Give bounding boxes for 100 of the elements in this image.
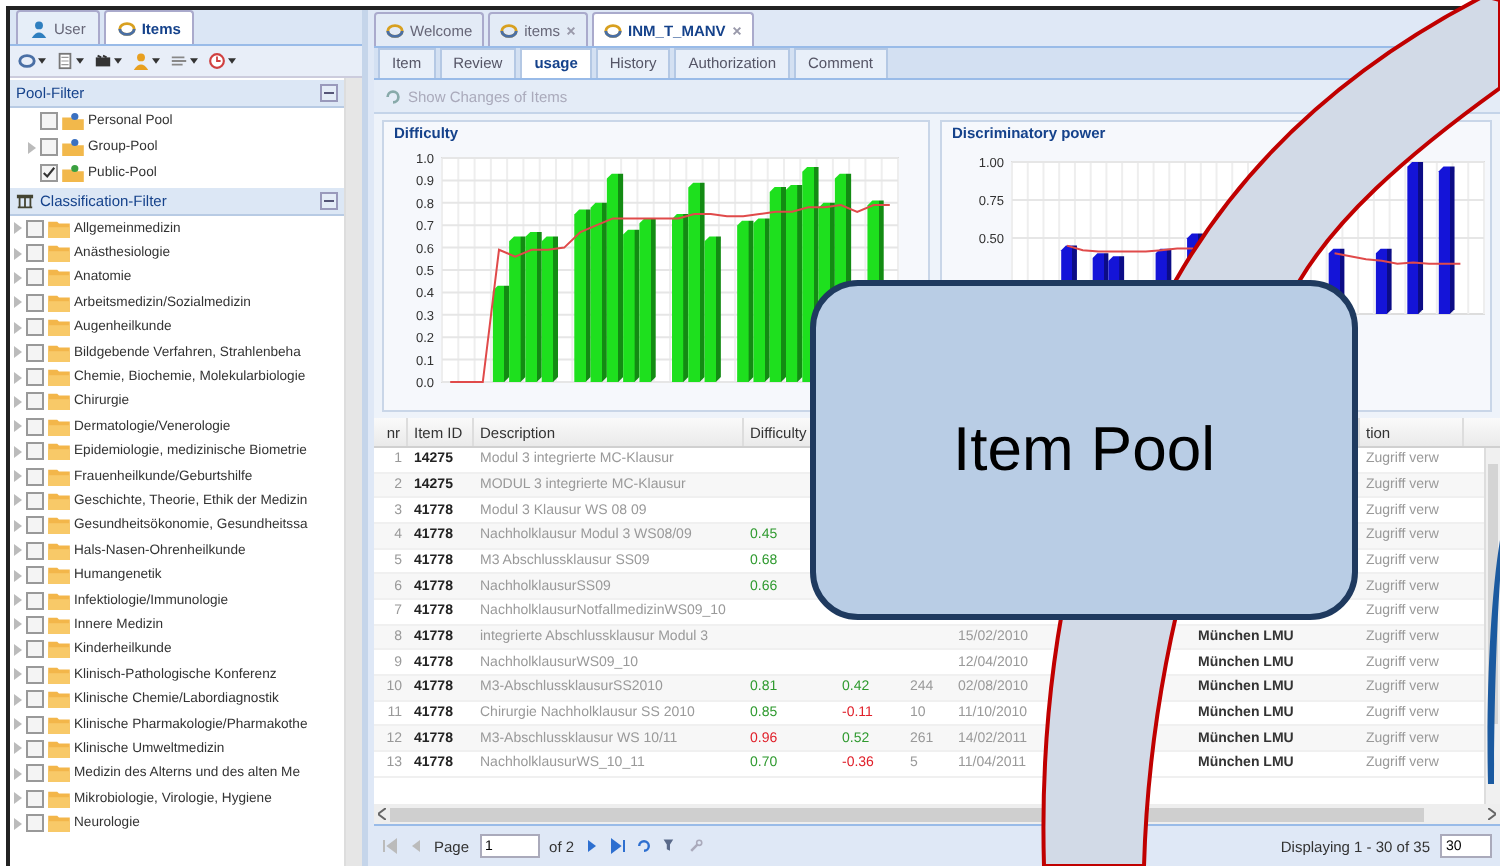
expand-icon[interactable] — [14, 445, 22, 458]
list-icon — [170, 52, 188, 70]
folder-icon — [48, 343, 70, 362]
checkbox[interactable] — [40, 138, 58, 156]
folder-icon — [48, 392, 70, 411]
checkbox[interactable] — [26, 739, 44, 758]
folder-person-icon — [62, 112, 84, 130]
checkbox[interactable] — [26, 591, 44, 610]
checkbox[interactable] — [26, 615, 44, 634]
folder-icon — [48, 368, 70, 387]
collapse-icon[interactable] — [320, 192, 338, 210]
document-icon — [56, 52, 74, 70]
expand-icon[interactable] — [14, 618, 22, 631]
checkbox[interactable] — [26, 268, 44, 287]
expand-icon[interactable] — [14, 693, 22, 706]
folder-icon — [48, 814, 70, 833]
expand-icon[interactable] — [14, 296, 22, 309]
close-icon[interactable] — [731, 25, 742, 35]
person-icon — [132, 52, 150, 70]
expand-icon[interactable] — [14, 420, 22, 433]
first-page-icon[interactable] — [382, 838, 398, 854]
expand-icon[interactable] — [14, 792, 22, 805]
callout-text: Item Pool — [953, 414, 1215, 486]
expand-icon[interactable] — [14, 271, 22, 284]
folder-icon — [48, 690, 70, 709]
expand-icon[interactable] — [14, 569, 22, 582]
checkbox[interactable] — [26, 491, 44, 510]
last-page-icon[interactable] — [610, 838, 627, 854]
expand-icon[interactable] — [28, 141, 36, 153]
expand-icon[interactable] — [14, 767, 22, 780]
expand-icon[interactable] — [14, 371, 22, 384]
folder-icon — [48, 541, 70, 560]
expand-icon[interactable] — [14, 668, 22, 681]
next-page-icon[interactable] — [584, 838, 601, 854]
expand-icon[interactable] — [14, 817, 22, 830]
expand-icon[interactable] — [14, 718, 22, 730]
expand-icon[interactable] — [14, 643, 22, 656]
folder-icon — [48, 417, 70, 436]
film-menu[interactable] — [94, 52, 122, 70]
checkbox[interactable] — [26, 318, 44, 337]
folder-icon — [48, 293, 70, 312]
caret-icon — [114, 58, 122, 64]
refresh-icon[interactable] — [636, 838, 653, 854]
collapse-icon[interactable] — [320, 84, 338, 102]
checkbox[interactable] — [26, 392, 44, 411]
folder-icon — [48, 566, 70, 585]
person-menu[interactable] — [132, 52, 160, 70]
checkbox[interactable] — [26, 516, 44, 535]
checkbox[interactable] — [26, 789, 44, 808]
expand-icon[interactable] — [14, 470, 22, 483]
checkbox[interactable] — [26, 715, 44, 733]
checkbox[interactable] — [26, 764, 44, 783]
wrench-icon[interactable] — [688, 838, 705, 854]
checkbox[interactable] — [26, 665, 44, 684]
expand-icon[interactable] — [14, 494, 22, 507]
expand-icon[interactable] — [14, 247, 22, 260]
checkbox[interactable] — [26, 640, 44, 659]
ring-icon — [117, 19, 136, 37]
checkbox[interactable] — [26, 566, 44, 585]
folder-icon — [48, 442, 70, 461]
folder-icon — [48, 516, 70, 535]
expand-icon[interactable] — [14, 321, 22, 334]
folder-icon — [48, 640, 70, 659]
checkbox[interactable] — [40, 112, 58, 130]
clock-menu[interactable] — [208, 52, 236, 70]
caret-icon — [152, 58, 160, 64]
ring-menu[interactable] — [18, 52, 46, 70]
caret-icon — [228, 58, 236, 64]
filter-icon[interactable] — [662, 838, 679, 854]
scrollbar[interactable] — [374, 804, 1500, 824]
folder-icon — [48, 467, 70, 486]
close-icon[interactable] — [566, 25, 577, 35]
checkbox[interactable] — [40, 164, 58, 182]
checkbox[interactable] — [26, 417, 44, 436]
folder-icon — [48, 591, 70, 610]
scrollbar[interactable] — [344, 78, 362, 866]
folder-icon — [48, 219, 70, 238]
checkbox[interactable] — [26, 690, 44, 709]
checkbox[interactable] — [26, 467, 44, 486]
checkbox[interactable] — [26, 368, 44, 387]
expand-icon[interactable] — [14, 519, 22, 532]
checkbox[interactable] — [26, 293, 44, 312]
expand-icon[interactable] — [14, 544, 22, 557]
list-menu[interactable] — [170, 52, 198, 70]
ring-icon — [604, 21, 623, 39]
expand-icon[interactable] — [14, 742, 22, 755]
checkbox[interactable] — [26, 541, 44, 560]
checkbox[interactable] — [26, 814, 44, 833]
expand-icon[interactable] — [14, 594, 22, 607]
checkbox[interactable] — [26, 244, 44, 263]
checkbox[interactable] — [26, 442, 44, 461]
expand-icon[interactable] — [14, 222, 22, 235]
checkbox[interactable] — [26, 343, 44, 362]
checkbox[interactable] — [26, 219, 44, 238]
document-menu[interactable] — [56, 52, 84, 70]
expand-icon[interactable] — [14, 395, 22, 408]
ring-icon — [500, 21, 519, 39]
folder-icon — [48, 491, 70, 510]
expand-icon[interactable] — [14, 346, 22, 359]
previous-page-icon[interactable] — [408, 838, 424, 854]
